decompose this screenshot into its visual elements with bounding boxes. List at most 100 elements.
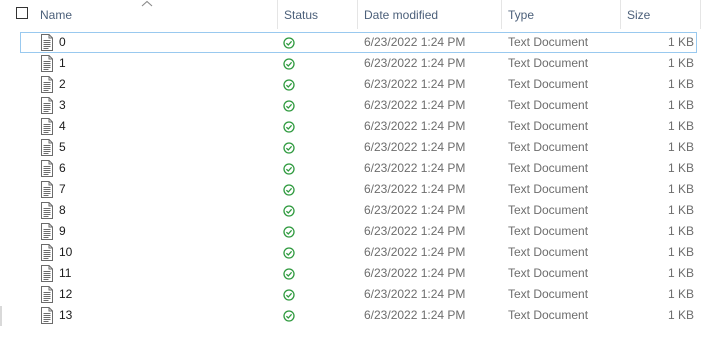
synced-check-icon [283,268,295,280]
file-type: Text Document [508,287,589,301]
file-name[interactable]: 11 [59,264,71,283]
synced-check-icon [283,142,295,154]
synced-check-icon [283,100,295,112]
file-date-modified: 6/23/2022 1:24 PM [364,35,466,49]
file-date-modified: 6/23/2022 1:24 PM [364,287,466,301]
file-row[interactable]: 5 6/23/2022 1:24 PM Text Document 1 KB [20,137,697,158]
file-row[interactable]: 1 6/23/2022 1:24 PM Text Document 1 KB [20,53,697,74]
file-row[interactable]: 7 6/23/2022 1:24 PM Text Document 1 KB [20,179,697,200]
file-name[interactable]: 6 [59,159,66,178]
file-row[interactable]: 0 6/23/2022 1:24 PM Text Document 1 KB [20,32,697,53]
file-row[interactable]: 4 6/23/2022 1:24 PM Text Document 1 KB [20,116,697,137]
column-header-date-modified[interactable]: Date modified [364,6,438,24]
file-name[interactable]: 9 [59,222,66,241]
text-document-icon [41,307,53,324]
file-date-modified: 6/23/2022 1:24 PM [364,203,466,217]
file-name[interactable]: 7 [59,180,66,199]
file-size: 1 KB [667,119,694,133]
synced-check-icon [283,163,295,175]
file-type: Text Document [508,119,589,133]
file-name[interactable]: 0 [59,33,66,52]
synced-check-icon [283,79,295,91]
file-size: 1 KB [667,287,694,301]
column-divider[interactable] [700,0,701,29]
text-document-icon [41,76,53,93]
sort-ascending-chevron-icon [141,0,153,7]
file-row[interactable]: 8 6/23/2022 1:24 PM Text Document 1 KB [20,200,697,221]
file-type: Text Document [508,224,589,238]
text-document-icon [41,118,53,135]
file-size: 1 KB [667,56,694,70]
file-size: 1 KB [667,35,694,49]
file-row[interactable]: 12 6/23/2022 1:24 PM Text Document 1 KB [20,284,697,305]
file-name[interactable]: 3 [59,96,66,115]
text-document-icon [41,97,53,114]
file-name[interactable]: 4 [59,117,66,136]
text-document-icon [41,55,53,72]
file-date-modified: 6/23/2022 1:24 PM [364,266,466,280]
text-document-icon [41,160,53,177]
text-document-icon [41,202,53,219]
text-document-icon [41,265,53,282]
file-row[interactable]: 6 6/23/2022 1:24 PM Text Document 1 KB [20,158,697,179]
file-name[interactable]: 12 [59,285,72,304]
column-header-name[interactable]: Name [40,6,72,24]
column-header-status[interactable]: Status [284,6,318,24]
synced-check-icon [283,58,295,70]
column-header-size[interactable]: Size [627,6,650,24]
file-name[interactable]: 13 [59,306,72,325]
file-date-modified: 6/23/2022 1:24 PM [364,245,466,259]
synced-check-icon [283,37,295,49]
file-date-modified: 6/23/2022 1:24 PM [364,56,466,70]
file-type: Text Document [508,35,589,49]
file-name[interactable]: 10 [59,243,72,262]
file-name[interactable]: 5 [59,138,66,157]
file-type: Text Document [508,182,589,196]
file-size: 1 KB [667,140,694,154]
file-size: 1 KB [667,308,694,322]
pane-edge [0,306,2,326]
file-date-modified: 6/23/2022 1:24 PM [364,77,466,91]
file-type: Text Document [508,56,589,70]
file-type: Text Document [508,140,589,154]
text-document-icon [41,181,53,198]
file-row[interactable]: 3 6/23/2022 1:24 PM Text Document 1 KB [20,95,697,116]
synced-check-icon [283,226,295,238]
file-size: 1 KB [667,77,694,91]
column-header-bar: Name Status Date modified Type Size [0,0,723,30]
file-size: 1 KB [667,98,694,112]
file-type: Text Document [508,203,589,217]
column-divider[interactable] [501,0,502,29]
text-document-icon [41,286,53,303]
file-date-modified: 6/23/2022 1:24 PM [364,98,466,112]
file-name[interactable]: 8 [59,201,66,220]
synced-check-icon [283,289,295,301]
file-size: 1 KB [667,161,694,175]
column-divider[interactable] [357,0,358,29]
column-divider[interactable] [277,0,278,29]
file-name[interactable]: 2 [59,75,66,94]
select-all-checkbox[interactable] [16,7,28,19]
file-date-modified: 6/23/2022 1:24 PM [364,308,466,322]
column-header-type[interactable]: Type [508,6,534,24]
synced-check-icon [283,205,295,217]
file-name[interactable]: 1 [59,54,66,73]
file-size: 1 KB [667,266,694,280]
file-row[interactable]: 13 6/23/2022 1:24 PM Text Document 1 KB [20,305,697,326]
file-type: Text Document [508,266,589,280]
file-type: Text Document [508,98,589,112]
file-size: 1 KB [667,203,694,217]
file-type: Text Document [508,161,589,175]
synced-check-icon [283,121,295,133]
file-row[interactable]: 11 6/23/2022 1:24 PM Text Document 1 KB [20,263,697,284]
file-row[interactable]: 9 6/23/2022 1:24 PM Text Document 1 KB [20,221,697,242]
synced-check-icon [283,310,295,322]
file-row[interactable]: 2 6/23/2022 1:24 PM Text Document 1 KB [20,74,697,95]
file-type: Text Document [508,77,589,91]
column-divider[interactable] [620,0,621,29]
file-row[interactable]: 10 6/23/2022 1:24 PM Text Document 1 KB [20,242,697,263]
text-document-icon [41,139,53,156]
file-type: Text Document [508,245,589,259]
file-size: 1 KB [667,245,694,259]
file-size: 1 KB [667,224,694,238]
